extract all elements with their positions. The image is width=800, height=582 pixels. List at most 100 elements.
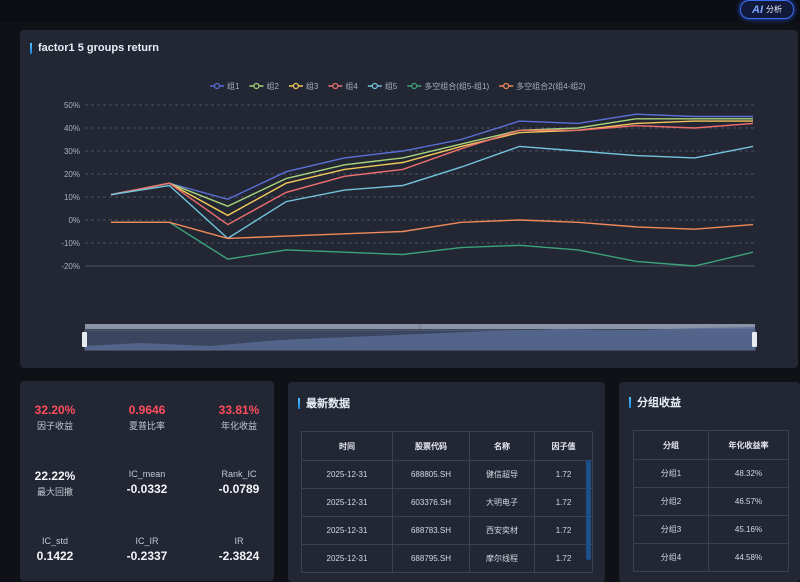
series-line[interactable] bbox=[110, 120, 753, 217]
cell-return: 45.16% bbox=[708, 515, 789, 544]
legend-item[interactable]: 组1 bbox=[210, 81, 240, 91]
cell-code: 688795.SH bbox=[392, 544, 470, 573]
cell-name: 摩尔线程 bbox=[469, 544, 535, 573]
cell-factor: 1.72 bbox=[534, 516, 593, 545]
title-accent-bar bbox=[629, 396, 631, 408]
cell-name: 健信超导 bbox=[469, 460, 535, 489]
cell-return: 44.58% bbox=[708, 543, 789, 572]
stat-value: 33.81% bbox=[218, 403, 260, 417]
table-row[interactable]: 2025-12-31 688795.SH 摩尔线程 1.72 bbox=[301, 544, 593, 573]
legend-label: 组4 bbox=[345, 81, 358, 91]
table-row[interactable]: 分组2 46.57% bbox=[633, 487, 789, 516]
cell-time: 2025-12-31 bbox=[301, 544, 393, 573]
stat-max-drawdown: 22.22% 最大回撤 bbox=[15, 469, 95, 498]
stat-value: -0.0789 bbox=[218, 482, 260, 496]
stat-label: IC_mean bbox=[128, 469, 166, 479]
zoom-drag-grip-icon[interactable]: ⁞⁞ bbox=[419, 325, 422, 331]
latest-title: 最新数据 bbox=[306, 398, 350, 410]
stat-value: -0.0332 bbox=[126, 482, 168, 496]
series-line[interactable] bbox=[110, 145, 754, 240]
line-chart: 组1 组2 组3 组4 组5 多空组合(组5-组1) 多空组合2(组4-组2) 50% 40%… bbox=[61, 81, 757, 351]
cell-code: 603376.SH bbox=[392, 488, 470, 517]
table-row[interactable]: 分组4 44.58% bbox=[633, 543, 789, 572]
cell-factor: 1.72 bbox=[534, 544, 593, 573]
cell-name: 西安奕材 bbox=[469, 516, 535, 545]
stat-label: 因子收益 bbox=[36, 421, 73, 431]
group-title: 分组收益 bbox=[637, 397, 681, 409]
table-row[interactable]: 分组1 48.32% bbox=[633, 459, 789, 488]
data-zoom-slider[interactable]: ⁞⁞ bbox=[82, 324, 757, 351]
stat-ic-std: IC_std 0.1422 bbox=[15, 536, 95, 563]
stat-value: -2.3824 bbox=[218, 549, 260, 563]
legend-item[interactable]: 组2 bbox=[249, 81, 279, 91]
group-card-title: 分组收益 bbox=[629, 394, 681, 410]
zoom-handle-right[interactable] bbox=[752, 332, 757, 347]
stat-value: 0.1422 bbox=[36, 549, 74, 563]
cell-group: 分组4 bbox=[633, 543, 709, 572]
legend-marker-icon bbox=[253, 82, 260, 90]
series-line[interactable] bbox=[111, 221, 754, 267]
stat-rank-ic: Rank_IC -0.0789 bbox=[199, 469, 279, 496]
stat-label: 夏普比率 bbox=[128, 421, 165, 431]
cell-name: 大明电子 bbox=[469, 488, 535, 517]
legend-marker-icon bbox=[503, 82, 510, 90]
chart-legend: 组1 组2 组3 组4 组5 多空组合(组5-组1) 多空组合2(组4-组2) bbox=[210, 81, 586, 91]
stat-value: 22.22% bbox=[34, 469, 76, 483]
stat-value: 32.20% bbox=[34, 403, 76, 417]
cell-return: 48.32% bbox=[708, 459, 789, 488]
stat-ir: IR -2.3824 bbox=[199, 536, 279, 563]
cell-group: 分组1 bbox=[633, 459, 709, 488]
legend-label: 多空组合(组5-组1) bbox=[424, 81, 489, 91]
y-tick-label: 40% bbox=[64, 124, 80, 133]
ai-analysis-button[interactable]: AI 分析 bbox=[740, 0, 794, 19]
stat-label: 最大回撤 bbox=[36, 487, 73, 497]
header-time: 时间 bbox=[301, 431, 393, 461]
table-scrollbar[interactable] bbox=[586, 460, 591, 560]
stat-label: IR bbox=[234, 536, 244, 546]
table-row[interactable]: 2025-12-31 603376.SH 大明电子 1.72 bbox=[301, 488, 593, 517]
cell-factor: 1.72 bbox=[534, 460, 593, 489]
cell-group: 分组2 bbox=[633, 487, 709, 516]
y-tick-label: 50% bbox=[64, 101, 80, 110]
table-row[interactable]: 分组3 45.16% bbox=[633, 515, 789, 544]
latest-card-title: 最新数据 bbox=[298, 395, 350, 411]
cell-code: 688805.SH bbox=[392, 460, 470, 489]
stat-ic-ir: IC_IR -0.2337 bbox=[107, 536, 187, 563]
header-annual-return: 年化收益率 bbox=[708, 430, 789, 460]
cell-time: 2025-12-31 bbox=[301, 460, 393, 489]
legend-label: 组5 bbox=[385, 81, 398, 91]
table-header-row: 时间 股票代码 名称 因子值 bbox=[301, 431, 593, 461]
stat-label: IC_std bbox=[41, 536, 68, 546]
table-row[interactable]: 2025-12-31 688783.SH 西安奕材 1.72 bbox=[301, 516, 593, 545]
legend-item[interactable]: 组4 bbox=[328, 81, 358, 91]
zoom-handle-left[interactable] bbox=[82, 332, 87, 347]
factor-stats-card: 32.20% 因子收益 0.9646 夏普比率 33.81% 年化收益 22.2… bbox=[20, 381, 274, 581]
legend-label: 组3 bbox=[306, 81, 319, 91]
group-return-table: 分组 年化收益率 分组1 48.32% 分组2 46.57% 分组3 45.16… bbox=[633, 430, 789, 572]
legend-item[interactable]: 组5 bbox=[367, 81, 398, 91]
header-name: 名称 bbox=[469, 431, 535, 461]
stat-label: Rank_IC bbox=[221, 469, 257, 479]
y-tick-label: 30% bbox=[64, 147, 80, 156]
legend-item[interactable]: 多空组合2(组4-组2) bbox=[499, 81, 586, 91]
cell-code: 688783.SH bbox=[392, 516, 470, 545]
series-line[interactable] bbox=[111, 219, 754, 240]
legend-item[interactable]: 组3 bbox=[288, 81, 319, 91]
legend-item[interactable]: 多空组合(组5-组1) bbox=[407, 81, 489, 91]
table-row[interactable]: 2025-12-31 688805.SH 健信超导 1.72 bbox=[301, 460, 593, 489]
stat-ic-mean: IC_mean -0.0332 bbox=[107, 469, 187, 496]
stat-annual-return: 33.81% 年化收益 bbox=[199, 403, 279, 432]
group-return-card: 分组收益 分组 年化收益率 分组1 48.32% 分组2 46.57% 分组3 … bbox=[619, 382, 800, 582]
cell-return: 46.57% bbox=[708, 487, 789, 516]
legend-marker-icon bbox=[332, 82, 339, 90]
legend-label: 组1 bbox=[227, 81, 240, 91]
cell-time: 2025-12-31 bbox=[301, 516, 393, 545]
legend-label: 组2 bbox=[266, 81, 279, 91]
cell-group: 分组3 bbox=[633, 515, 709, 544]
header-code: 股票代码 bbox=[392, 431, 470, 461]
stat-label: 年化收益 bbox=[220, 421, 257, 431]
ai-analysis-label: 分析 bbox=[766, 5, 782, 14]
header-factor: 因子值 bbox=[534, 431, 593, 461]
header-group: 分组 bbox=[633, 430, 709, 460]
stat-label: IC_IR bbox=[135, 536, 159, 546]
